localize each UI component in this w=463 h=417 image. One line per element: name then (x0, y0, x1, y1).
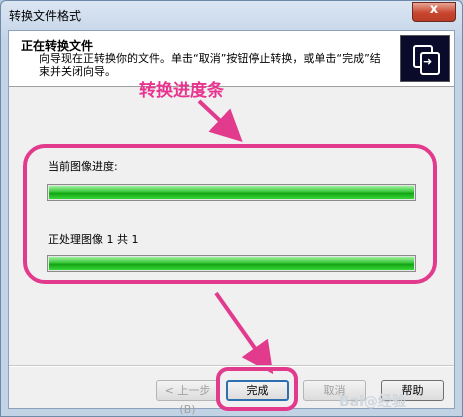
title-bar[interactable]: 转换文件格式 x (1, 1, 462, 29)
overall-progress-label: 正处理图像 1 共 1 (48, 233, 139, 246)
close-button[interactable]: x (412, 2, 456, 22)
annotation-arrow-bottom (214, 291, 274, 375)
finish-highlight-box (216, 367, 298, 411)
wizard-window: 转换文件格式 x 正在转换文件 向导现在正转换你的文件。单击“取消”按钮停止转换… (0, 0, 463, 417)
window-title: 转换文件格式 (9, 9, 82, 23)
back-button[interactable]: < 上一步(B) (156, 380, 219, 416)
overall-progress-bar (47, 255, 416, 272)
current-image-progress-label: 当前图像进度: (48, 160, 118, 173)
current-image-progress-fill (49, 186, 414, 199)
overall-progress-fill (49, 257, 414, 270)
wizard-client-area: 正在转换文件 向导现在正转换你的文件。单击“取消”按钮停止转换，或单击“完成”结… (8, 30, 455, 416)
baidu-watermark: Bai@经验 (339, 394, 406, 410)
annotation-arrow-top (197, 99, 243, 142)
close-icon: x (429, 2, 439, 17)
current-image-progress-bar (47, 184, 416, 201)
